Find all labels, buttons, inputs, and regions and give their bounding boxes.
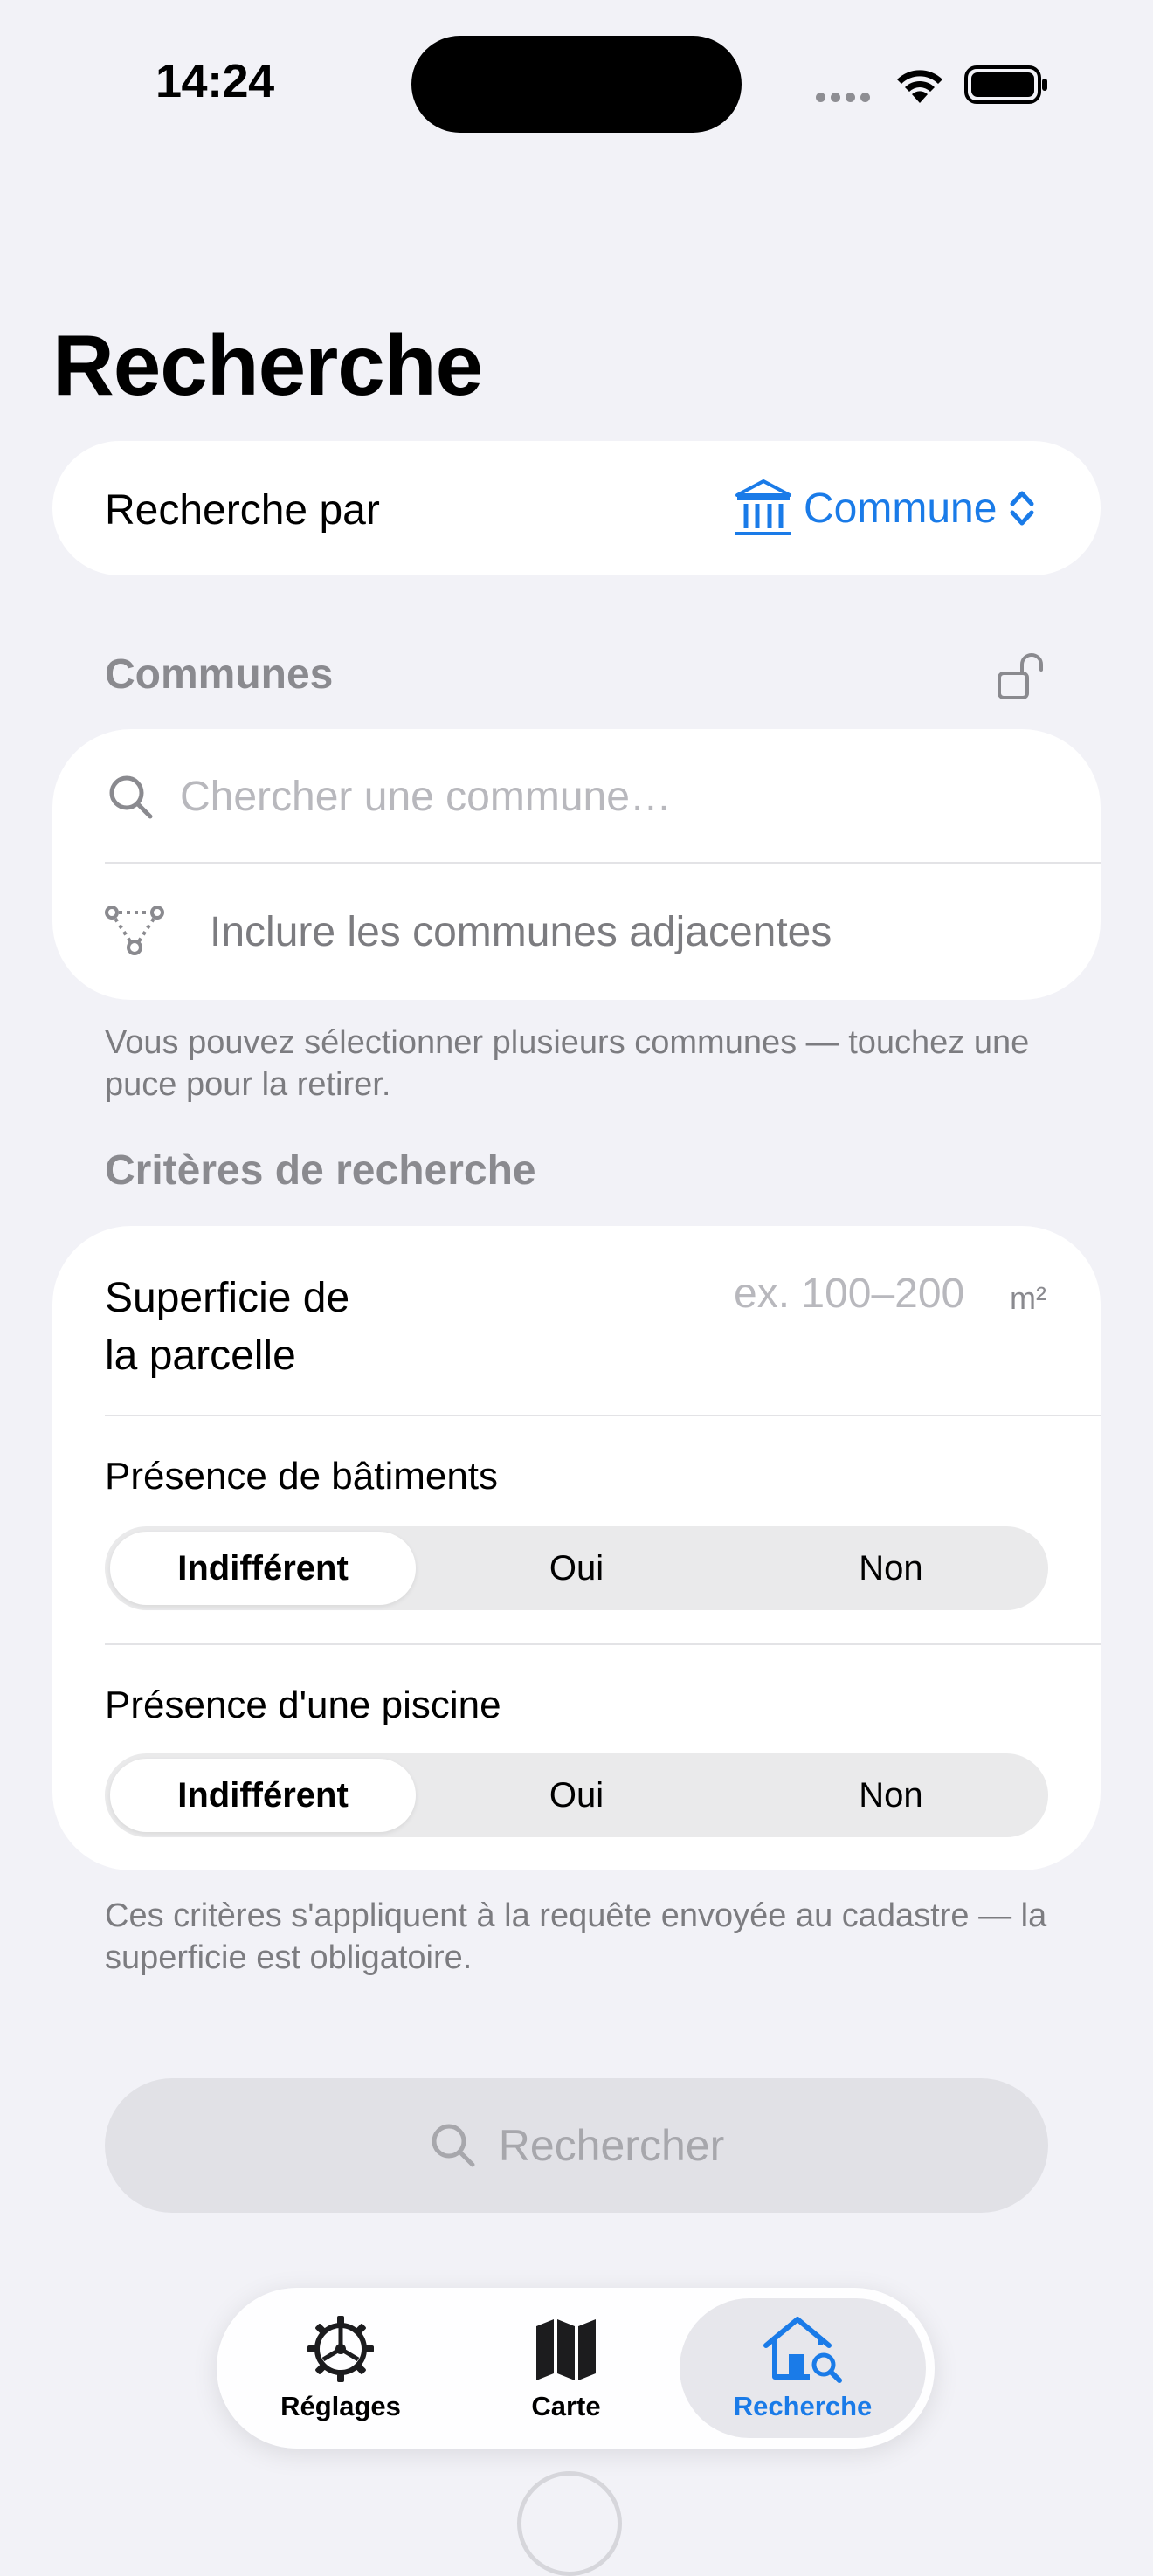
adjacent-nodes-icon (105, 906, 164, 955)
buildings-label: Présence de bâtiments (105, 1455, 499, 1498)
pool-option-non[interactable]: Non (734, 1753, 1048, 1837)
area-unit: m² (1010, 1280, 1046, 1316)
search-button-label: Rechercher (498, 2121, 725, 2170)
search-icon (432, 2124, 475, 2167)
page-title: Recherche (52, 317, 483, 413)
home-indicator (517, 2471, 622, 2576)
pool-option-indifferent[interactable]: Indifférent (110, 1759, 416, 1832)
unlock-icon[interactable] (996, 651, 1048, 703)
buildings-segmented-control: Indifférent Oui Non (105, 1526, 1048, 1610)
area-label: Superficie de la parcelle (105, 1275, 350, 1379)
search-icon (109, 775, 153, 819)
criteria-footnote: Ces critères s'appliquent à la requête e… (105, 1898, 1047, 1976)
house-search-icon (763, 2317, 842, 2383)
tab-recherche[interactable]: Recherche (680, 2298, 926, 2438)
search-by-row[interactable]: Recherche par Commune (52, 441, 1101, 575)
divider (105, 862, 1101, 864)
tab-carte[interactable]: Carte (452, 2288, 680, 2449)
pool-segmented-control: Indifférent Oui Non (105, 1753, 1048, 1837)
pool-option-oui[interactable]: Oui (419, 1753, 734, 1837)
cellular-signal-icon (816, 91, 875, 107)
tab-carte-label: Carte (531, 2391, 601, 2421)
buildings-option-oui[interactable]: Oui (419, 1526, 734, 1610)
buildings-option-indifferent[interactable]: Indifférent (110, 1532, 416, 1605)
divider (105, 1643, 1101, 1645)
commune-search-input[interactable]: Chercher une commune… (180, 773, 1053, 821)
area-input[interactable]: ex. 100–200 (734, 1270, 964, 1318)
gear-icon (307, 2316, 374, 2382)
search-button[interactable]: Rechercher (105, 2078, 1048, 2213)
communes-footnote: Vous pouvez sélectionner plusieurs commu… (105, 1024, 1030, 1103)
tab-bar: Réglages Carte Recherche (217, 2288, 935, 2449)
search-by-value: Commune (804, 485, 998, 532)
criteria-card: Superficie de la parcelle ex. 100–200 m²… (52, 1226, 1101, 1870)
pool-label: Présence d'une piscine (105, 1684, 501, 1726)
search-by-label: Recherche par (105, 487, 380, 534)
tab-reglages[interactable]: Réglages (227, 2288, 454, 2449)
communes-card: Chercher une commune… Inclure les commun… (52, 729, 1101, 1000)
buildings-option-non[interactable]: Non (734, 1526, 1048, 1610)
status-time: 14:24 (155, 55, 274, 107)
tab-recherche-label: Recherche (733, 2391, 873, 2421)
search-by-picker[interactable]: Commune (732, 478, 1035, 539)
communes-section-title: Communes (105, 651, 334, 698)
chevron-up-down-icon (1010, 491, 1034, 526)
map-icon (536, 2319, 596, 2380)
tab-reglages-label: Réglages (280, 2391, 401, 2421)
criteria-section-title: Critères de recherche (105, 1147, 536, 1194)
divider (105, 1415, 1101, 1416)
include-adjacent-toggle[interactable]: Inclure les communes adjacentes (210, 908, 832, 956)
wifi-icon (897, 70, 942, 103)
town-hall-icon (735, 479, 791, 535)
dynamic-island (411, 36, 742, 133)
battery-icon (964, 65, 1047, 104)
